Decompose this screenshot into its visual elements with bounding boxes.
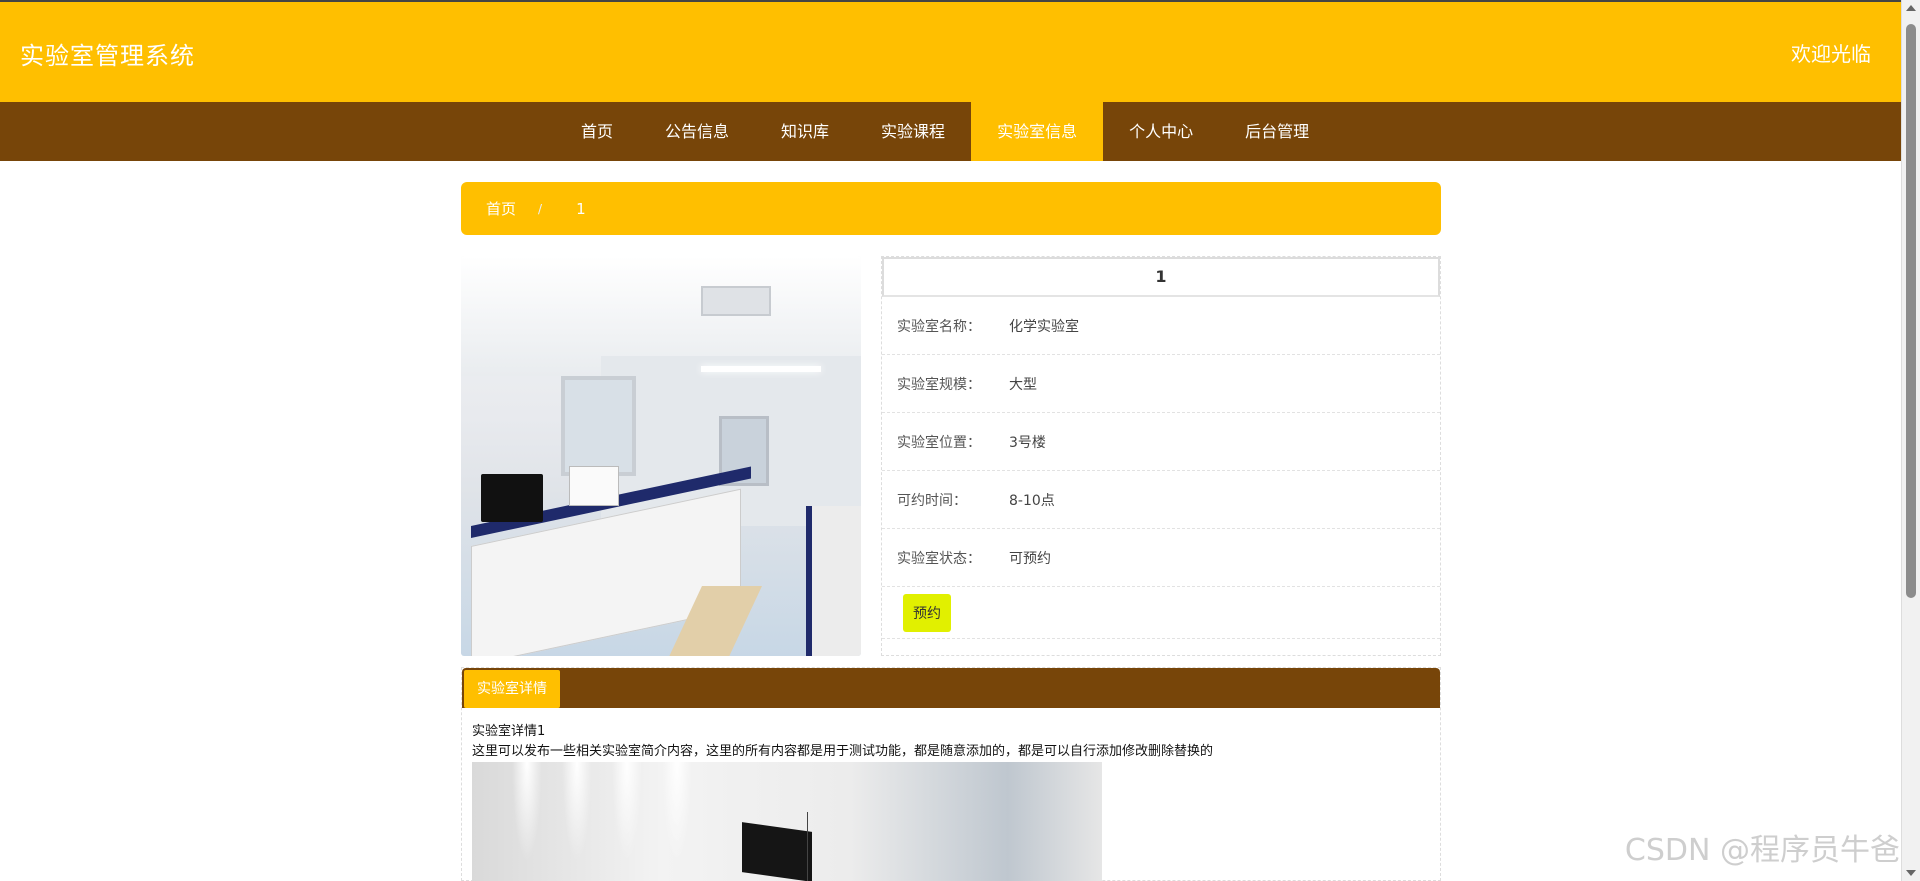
detail-text: 这里可以发布一些相关实验室简介内容，这里的所有内容都是用于测试功能，都是随意添加… (472, 744, 1214, 759)
detail-title: 实验室详情1 (472, 724, 546, 739)
breadcrumb-home-link[interactable]: 首页 (486, 198, 516, 219)
nav-item-profile[interactable]: 个人中心 (1103, 102, 1219, 161)
nav-item-admin[interactable]: 后台管理 (1219, 102, 1335, 161)
info-label: 实验室规模： (897, 376, 981, 393)
info-row-status: 实验室状态： 可预约 (882, 529, 1440, 587)
info-label: 实验室状态： (897, 550, 981, 567)
nav-item-lab-info[interactable]: 实验室信息 (971, 102, 1104, 161)
lab-heading: 1 (882, 257, 1440, 297)
nav-list: 首页 公告信息 知识库 实验课程 实验室信息 个人中心 后台管理 (555, 102, 1335, 161)
breadcrumb-separator: / (538, 201, 543, 216)
scroll-down-icon[interactable] (1906, 870, 1916, 876)
scroll-thumb[interactable] (1906, 24, 1916, 598)
action-row: 预约 (882, 587, 1440, 639)
nav-item-courses[interactable]: 实验课程 (855, 102, 971, 161)
nav-item-announcements[interactable]: 公告信息 (639, 102, 755, 161)
info-row-scale: 实验室规模： 大型 (882, 355, 1440, 413)
info-label: 实验室位置： (897, 434, 981, 451)
info-row-available-time: 可约时间： 8-10点 (882, 471, 1440, 529)
lab-photo (461, 256, 861, 656)
main-nav: 首页 公告信息 知识库 实验课程 实验室信息 个人中心 后台管理 (0, 102, 1901, 161)
site-title: 实验室管理系统 (20, 42, 195, 70)
tab-lab-detail[interactable]: 实验室详情 (464, 670, 560, 708)
info-value: 大型 (1009, 376, 1037, 393)
nav-item-home[interactable]: 首页 (555, 102, 639, 161)
nav-item-knowledge-base[interactable]: 知识库 (755, 102, 855, 161)
reserve-button[interactable]: 预约 (903, 593, 951, 632)
info-row-name: 实验室名称： 化学实验室 (882, 297, 1440, 355)
info-value: 化学实验室 (1009, 318, 1079, 335)
info-value: 可预约 (1009, 550, 1051, 567)
breadcrumb-current: 1 (576, 199, 586, 218)
detail-body: 实验室详情1 这里可以发布一些相关实验室简介内容，这里的所有内容都是用于测试功能… (462, 708, 1440, 881)
info-value: 3号楼 (1009, 434, 1046, 451)
info-label: 可约时间： (897, 492, 967, 509)
scroll-up-icon[interactable] (1906, 5, 1916, 11)
watermark: CSDN @程序员牛爸 (1624, 833, 1900, 868)
info-label: 实验室名称： (897, 318, 981, 335)
page-scrollbar[interactable] (1901, 0, 1920, 881)
welcome-text: 欢迎光临 (1791, 42, 1871, 66)
lab-info-table: 1 实验室名称： 化学实验室 实验室规模： 大型 实验室位置： 3号楼 可约时间… (881, 256, 1441, 656)
breadcrumb: 首页 / 1 (461, 182, 1441, 235)
top-header: 实验室管理系统 欢迎光临 (0, 0, 1901, 102)
detail-tabbar: 实验室详情 (462, 668, 1440, 708)
lab-detail-panel: 实验室详情 实验室详情1 这里可以发布一些相关实验室简介内容，这里的所有内容都是… (461, 667, 1441, 881)
info-value: 8-10点 (1009, 492, 1055, 509)
info-row-location: 实验室位置： 3号楼 (882, 413, 1440, 471)
detail-image (472, 762, 1102, 881)
